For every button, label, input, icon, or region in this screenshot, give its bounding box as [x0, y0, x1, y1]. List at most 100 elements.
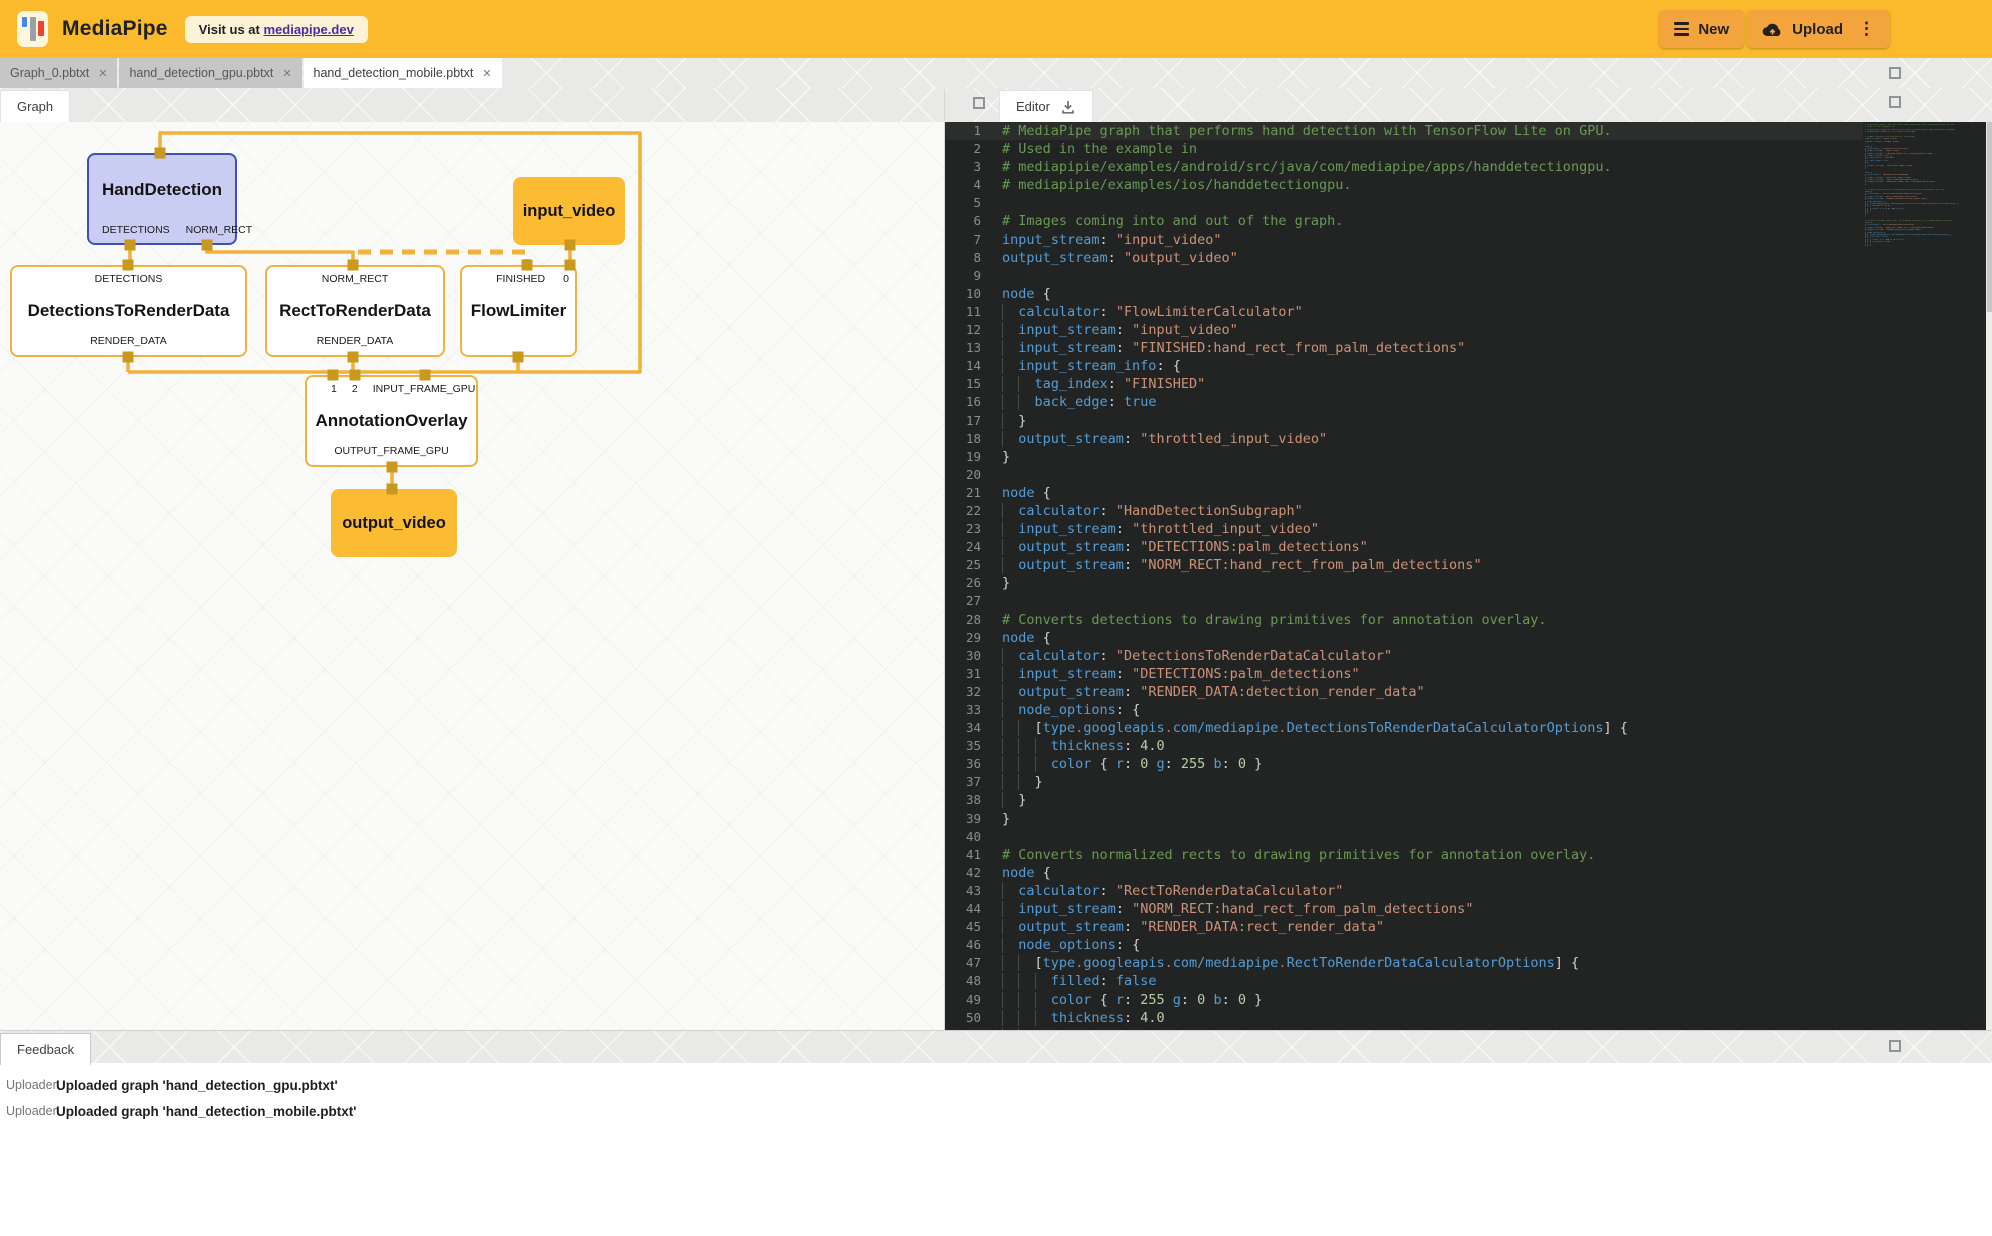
code-line: 25 output_stream: "NORM_RECT:hand_rect_f…: [945, 556, 1863, 574]
code-text: output_stream: "RENDER_DATA:rect_render_…: [1002, 918, 1384, 936]
upload-button[interactable]: Upload ⋮: [1747, 10, 1890, 48]
close-icon[interactable]: ✕: [482, 67, 491, 80]
close-icon[interactable]: ✕: [98, 67, 107, 80]
node-rect-to-render-data[interactable]: NORM_RECT RectToRenderData RENDER_DATA: [265, 265, 445, 357]
port-label-detections: DETECTIONS: [95, 273, 163, 286]
code-line: 22 calculator: "HandDetectionSubgraph": [945, 502, 1863, 520]
port-label-render-data: RENDER_DATA: [317, 335, 394, 348]
code-line: 14 input_stream_info: {: [945, 357, 1863, 375]
editor-scrollbar[interactable]: [1986, 122, 1992, 1030]
port-label-norm-rect: NORM_RECT: [322, 273, 389, 286]
app-title: MediaPipe: [62, 17, 168, 41]
mediapipe-dev-link[interactable]: mediapipe.dev: [263, 22, 353, 37]
node-output-video[interactable]: output_video: [331, 489, 457, 557]
code-line: 29 node {: [945, 629, 1863, 647]
port-label-finished: FINISHED: [496, 273, 545, 286]
close-icon[interactable]: ✕: [282, 67, 291, 80]
line-number: 13: [945, 339, 981, 357]
line-number: 29: [945, 629, 981, 647]
code-text: node {: [1002, 864, 1051, 882]
node-input-ports: FINISHED 0: [462, 273, 575, 286]
code-text: # mediapipie/examples/ios/handdetectiong…: [1002, 176, 1352, 194]
line-number: 41: [945, 846, 981, 864]
expand-window-icon[interactable]: [1889, 67, 1901, 79]
port-label-2: 2: [352, 383, 358, 396]
line-number: 39: [945, 810, 981, 828]
feedback-panel: Feedback Uploader Uploaded graph 'hand_d…: [0, 1030, 1992, 1236]
line-number: 28: [945, 611, 981, 629]
code-line: 28# Converts detections to drawing primi…: [945, 611, 1863, 629]
code-text: calculator: "RectToRenderDataCalculator": [1002, 882, 1343, 900]
line-number: 38: [945, 791, 981, 809]
node-detections-to-render-data[interactable]: DETECTIONS DetectionsToRenderData RENDER…: [10, 265, 247, 357]
line-number: 18: [945, 430, 981, 448]
code-text: }: [1002, 412, 1026, 430]
code-line: 26}: [945, 574, 1863, 592]
code-line: 7input_stream: "input_video": [945, 231, 1863, 249]
download-icon[interactable]: [1060, 99, 1076, 115]
node-title: AnnotationOverlay: [307, 396, 476, 445]
line-number: 8: [945, 249, 981, 267]
line-number: 15: [945, 375, 981, 393]
feedback-message: Uploaded graph 'hand_detection_gpu.pbtxt…: [56, 1078, 338, 1093]
tab-hand-detection-mobile-pbtxt[interactable]: hand_detection_mobile.pbtxt ✕: [304, 58, 502, 88]
code-line: 41# Converts normalized rects to drawing…: [945, 846, 1863, 864]
node-hand-detection[interactable]: HandDetection DETECTIONS NORM_RECT: [87, 153, 237, 245]
code-text: input_stream: "input_video": [1002, 321, 1238, 339]
line-number: 36: [945, 755, 981, 773]
code-text: input_stream_info: {: [1002, 357, 1181, 375]
kebab-menu-icon[interactable]: ⋮: [1858, 19, 1875, 39]
code-text: }: [1002, 574, 1010, 592]
line-number: 1: [945, 122, 981, 140]
port-label-norm-rect: NORM_RECT: [186, 224, 253, 236]
code-line: 42node {: [945, 864, 1863, 882]
code-line: 21node {: [945, 484, 1863, 502]
node-title: RectToRenderData: [267, 286, 443, 335]
code-line: 46 node_options: {: [945, 936, 1863, 954]
tab-editor[interactable]: Editor: [999, 90, 1093, 122]
header-buttons: New Upload ⋮: [1659, 10, 1890, 48]
editor-tab-label: Editor: [1016, 99, 1050, 114]
code-text: color { r: 0 g: 255 b: 0 }: [1002, 755, 1262, 773]
tab-graph-0-pbtxt[interactable]: Graph_0.pbtxt ✕: [0, 58, 117, 88]
minimap[interactable]: # MediaPipe graph that performs hand det…: [1865, 124, 1977, 246]
line-number: 23: [945, 520, 981, 538]
node-annotation-overlay[interactable]: 1 2 INPUT_FRAME_GPU AnnotationOverlay OU…: [305, 375, 478, 467]
line-number: 43: [945, 882, 981, 900]
code-editor[interactable]: 1 # MediaPipe graph that performs hand de…: [945, 122, 1992, 1030]
code-line: 23 input_stream: "throttled_input_video": [945, 520, 1863, 538]
code-text: }: [1002, 791, 1026, 809]
feedback-tab-label: Feedback: [17, 1042, 74, 1057]
node-output-ports: RENDER_DATA: [267, 335, 443, 348]
node-output-ports: OUTPUT_FRAME_GPU: [307, 445, 476, 458]
graph-canvas[interactable]: HandDetection DETECTIONS NORM_RECT input…: [0, 122, 944, 1030]
line-number: 22: [945, 502, 981, 520]
line-number: 30: [945, 647, 981, 665]
line-number: 34: [945, 719, 981, 737]
code-text: }: [1002, 810, 1010, 828]
new-button[interactable]: New: [1659, 10, 1744, 48]
node-flow-limiter[interactable]: FINISHED 0 FlowLimiter: [460, 265, 577, 357]
tab-hand-detection-gpu-pbtxt[interactable]: hand_detection_gpu.pbtxt ✕: [119, 58, 301, 88]
expand-graph-icon[interactable]: [973, 97, 985, 109]
code-text: input_stream: "FINISHED:hand_rect_from_p…: [1002, 339, 1465, 357]
code-line: 43 calculator: "RectToRenderDataCalculat…: [945, 882, 1863, 900]
code-text: input_stream: "DETECTIONS:palm_detection…: [1002, 665, 1360, 683]
expand-editor-icon[interactable]: [1889, 96, 1901, 108]
node-input-video[interactable]: input_video: [513, 177, 625, 245]
code-line: 3# mediapipie/examples/android/src/java/…: [945, 158, 1863, 176]
tab-graph-view[interactable]: Graph: [0, 90, 70, 122]
code-text: node {: [1002, 629, 1051, 647]
line-number: 37: [945, 773, 981, 791]
code-text: output_stream: "throttled_input_video": [1002, 430, 1327, 448]
code-text: color { r: 255 g: 0 b: 0 }: [1002, 991, 1262, 1009]
line-number: 25: [945, 556, 981, 574]
tab-feedback[interactable]: Feedback: [0, 1033, 91, 1065]
line-number: 5: [945, 194, 981, 212]
line-number: 17: [945, 412, 981, 430]
graph-panel: Graph HandDetection DETECTIONS NORM_RECT…: [0, 88, 944, 1030]
code-line: 15 tag_index: "FINISHED": [945, 375, 1863, 393]
expand-feedback-icon[interactable]: [1889, 1040, 1901, 1052]
code-line: 34 [type.googleapis.com/mediapipe.Detect…: [945, 719, 1863, 737]
scrollbar-thumb[interactable]: [1987, 122, 1992, 312]
